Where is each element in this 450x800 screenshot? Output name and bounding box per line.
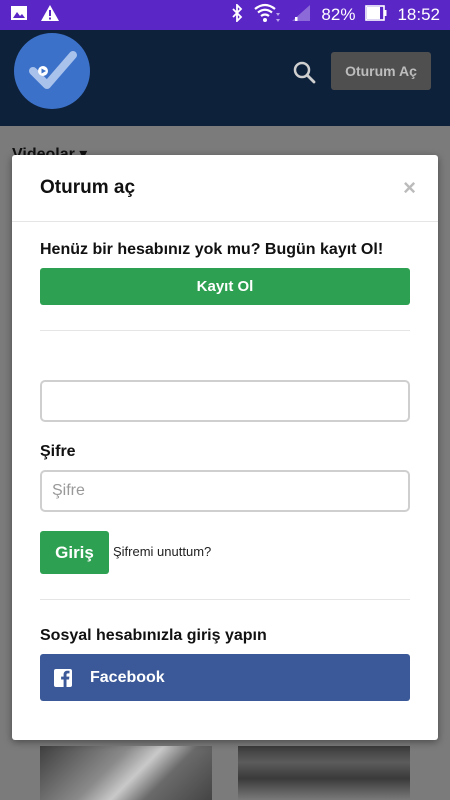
modal-title: Oturum aç bbox=[40, 177, 136, 198]
signal-icon bbox=[291, 4, 311, 27]
checkmark-play-icon bbox=[29, 51, 77, 89]
signup-button[interactable]: Kayıt Ol bbox=[40, 268, 410, 305]
clock: 18:52 bbox=[397, 5, 440, 24]
section-divider bbox=[40, 330, 410, 331]
search-icon bbox=[293, 61, 316, 84]
forgot-password-link[interactable]: Şifremi unuttum? bbox=[113, 544, 211, 559]
modal-header-divider bbox=[12, 221, 438, 222]
login-button[interactable]: Giriş bbox=[40, 531, 109, 574]
warning-icon bbox=[40, 4, 60, 27]
app-header: Oturum Aç bbox=[0, 30, 450, 126]
search-button[interactable] bbox=[290, 58, 318, 86]
username-input[interactable] bbox=[40, 380, 410, 422]
facebook-icon bbox=[54, 668, 72, 687]
image-icon bbox=[10, 5, 28, 26]
password-input[interactable]: Şifre bbox=[40, 470, 410, 512]
wifi-icon bbox=[253, 3, 281, 28]
video-thumbnail[interactable] bbox=[238, 746, 410, 800]
status-bar: 82% 18:52 bbox=[0, 0, 450, 30]
facebook-button-label: Facebook bbox=[90, 668, 165, 686]
bluetooth-icon bbox=[231, 2, 243, 27]
battery-percent: 82% bbox=[321, 5, 356, 24]
social-login-prompt: Sosyal hesabınızla giriş yapın bbox=[40, 627, 267, 644]
site-logo[interactable] bbox=[14, 33, 90, 109]
close-icon[interactable]: × bbox=[403, 175, 416, 201]
battery-icon bbox=[365, 4, 387, 26]
section-divider bbox=[40, 599, 410, 600]
login-modal: Oturum aç × Henüz bir hesabınız yok mu? … bbox=[12, 155, 438, 740]
video-thumbnail[interactable] bbox=[40, 746, 212, 800]
header-login-button[interactable]: Oturum Aç bbox=[331, 52, 431, 90]
facebook-login-button[interactable]: Facebook bbox=[40, 654, 410, 701]
password-label: Şifre bbox=[40, 443, 76, 460]
signup-prompt: Henüz bir hesabınız yok mu? Bugün kayıt … bbox=[40, 241, 384, 258]
